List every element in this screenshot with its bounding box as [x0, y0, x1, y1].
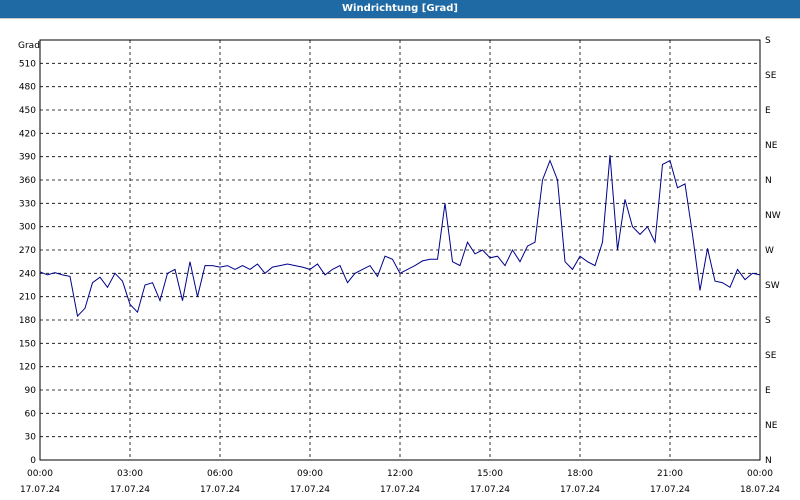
y-tick-label: 90 — [25, 386, 37, 396]
y-tick-label: 240 — [19, 269, 36, 279]
x-tick-time: 00:00 — [27, 469, 53, 479]
x-tick-time: 06:00 — [207, 469, 233, 479]
right-tick-label: N — [765, 456, 772, 466]
x-tick-date: 17.07.24 — [560, 485, 600, 495]
right-tick-label: NE — [765, 421, 778, 431]
x-tick-date: 17.07.24 — [470, 485, 510, 495]
right-tick-label: N — [765, 176, 772, 186]
y-tick-label: 450 — [19, 106, 36, 116]
x-tick-time: 03:00 — [117, 469, 143, 479]
right-tick-label: NE — [765, 141, 778, 151]
y-tick-label: 150 — [19, 339, 36, 349]
x-tick-labels: 00:00 17.07.24 03:00 17.07.24 06:00 17.07.24 0… — [20, 469, 780, 495]
y-axis-title: Grad — [18, 41, 40, 51]
x-tick-time: 15:00 — [477, 469, 503, 479]
x-tick-time: 21:00 — [657, 469, 683, 479]
x-tick-date: 17.07.24 — [200, 485, 240, 495]
right-tick-label: E — [765, 386, 771, 396]
y-tick-label: 390 — [19, 153, 36, 163]
wind-direction-chart: Grad 0 30 60 90 120 150 180 210 240 270 300 330 360 3… — [18, 36, 781, 495]
right-tick-label: S — [765, 36, 771, 46]
right-tick-label: S — [765, 316, 771, 326]
y-tick-label: 360 — [19, 176, 36, 186]
x-tick-time: 12:00 — [387, 469, 413, 479]
y-tick-label: 510 — [19, 59, 36, 69]
y-tick-label: 180 — [19, 316, 36, 326]
y-tick-label: 330 — [19, 199, 36, 209]
y-tick-label: 210 — [19, 293, 36, 303]
x-tick-date: 17.07.24 — [290, 485, 330, 495]
y-tick-label: 120 — [19, 363, 36, 373]
x-tick-date: 18.07.24 — [740, 485, 780, 495]
right-tick-label: SW — [765, 281, 780, 291]
y-tick-label: 30 — [25, 433, 37, 443]
x-tick-date: 17.07.24 — [380, 485, 420, 495]
right-tick-label: W — [765, 246, 774, 256]
x-tick-time: 00:00 — [747, 469, 773, 479]
y-tick-label: 300 — [19, 223, 36, 233]
y-tick-label: 420 — [19, 129, 36, 139]
right-tick-label: SE — [765, 351, 777, 361]
right-tick-labels: N NE E SE S SW W NW N NE E SE S — [765, 36, 781, 466]
y-tick-label: 0 — [30, 456, 36, 466]
x-tick-date: 17.07.24 — [20, 485, 60, 495]
x-tick-time: 18:00 — [567, 469, 593, 479]
x-tick-time: 09:00 — [297, 469, 323, 479]
y-tick-label: 60 — [25, 409, 37, 419]
y-tick-label: 270 — [19, 246, 36, 256]
grid — [40, 40, 760, 460]
right-tick-label: E — [765, 106, 771, 116]
y-tick-label: 480 — [19, 83, 36, 93]
x-tick-date: 17.07.24 — [650, 485, 690, 495]
x-tick-date: 17.07.24 — [110, 485, 150, 495]
y-tick-labels: 0 30 60 90 120 150 180 210 240 270 300 330 360 390 420… — [19, 59, 36, 466]
right-tick-label: SE — [765, 71, 777, 81]
right-tick-label: NW — [765, 211, 781, 221]
